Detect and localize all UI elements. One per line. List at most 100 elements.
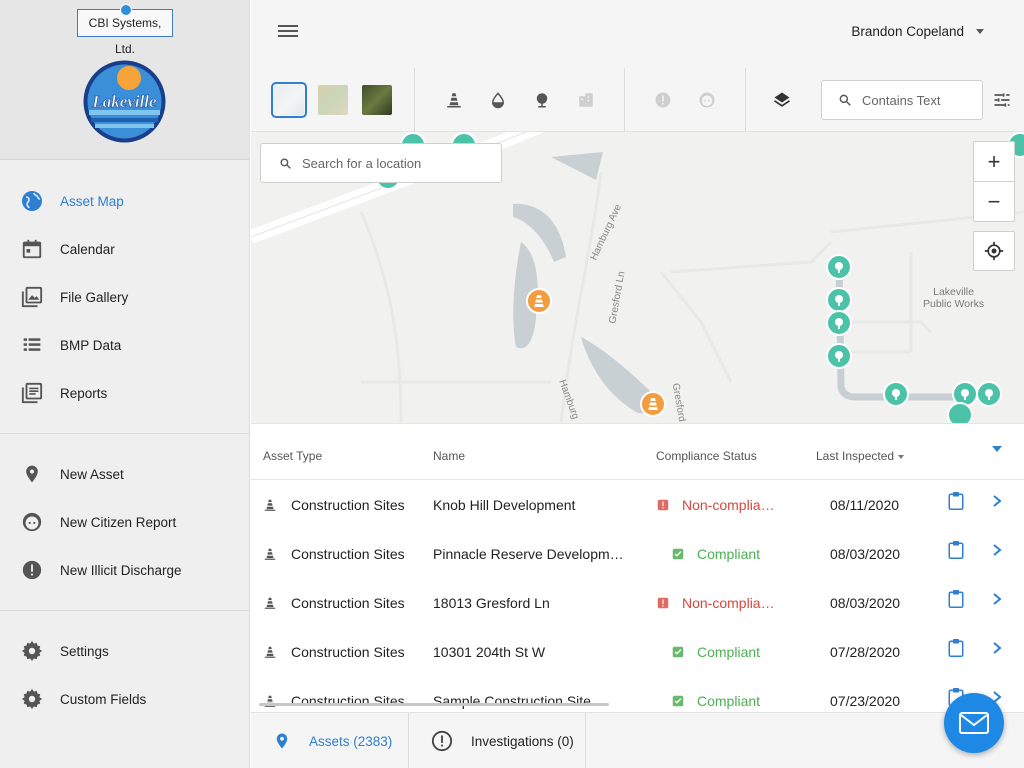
alert-icon: [20, 558, 44, 582]
message-fab-button[interactable]: [944, 693, 1004, 753]
water-filter-button[interactable]: [483, 85, 513, 115]
city-logo: Lakeville: [83, 60, 166, 143]
nav-settings-item[interactable]: Settings: [0, 627, 249, 675]
citizen-filter-button[interactable]: [692, 85, 722, 115]
cell-asset-type: Construction Sites: [291, 545, 405, 562]
nav-settings: Settings Custom Fields: [0, 627, 249, 727]
nav-calendar[interactable]: Calendar: [0, 225, 249, 273]
location-search-input[interactable]: [302, 155, 492, 171]
table-row[interactable]: Construction Sites Knob Hill Development N…: [251, 480, 1024, 529]
toolbar-divider: [624, 68, 625, 132]
face-icon: [20, 510, 44, 534]
inspection-clipboard-icon[interactable]: [947, 623, 965, 672]
zoom-in-button[interactable]: +: [974, 142, 1014, 182]
nav-custom-fields-label: Custom Fields: [60, 691, 147, 707]
bottom-tabs: Assets (2383) Investigations (0): [251, 712, 1024, 768]
asset-type-icon-cell: [263, 676, 277, 712]
asset-map[interactable]: Hamburg Ave Gresford Ln Hamburg Gresford…: [251, 132, 1024, 423]
table-row[interactable]: Construction Sites 10301 204th St W Compli…: [251, 627, 1024, 676]
chevron-down-icon: [976, 29, 984, 34]
cell-asset-type: Construction Sites: [291, 496, 405, 513]
map-toolbar: [251, 68, 1024, 132]
construction-marker[interactable]: [640, 391, 666, 417]
asset-type-icon-cell: [263, 627, 277, 676]
face-icon: [699, 92, 715, 108]
table-row[interactable]: Construction Sites Sample Construction Si…: [251, 676, 1024, 712]
nav-primary: Asset Map Calendar File Gallery BMP Data: [0, 177, 249, 434]
bmp-marker[interactable]: [947, 402, 973, 423]
inspection-clipboard-icon[interactable]: [947, 574, 965, 623]
nav-new-illicit-discharge[interactable]: New Illicit Discharge: [0, 546, 249, 594]
compliant-check-icon: [671, 547, 685, 561]
text-search-box[interactable]: [821, 80, 983, 120]
row-chevron-right-icon[interactable]: [991, 476, 1003, 525]
cell-compliance-status: Compliant: [671, 676, 811, 712]
filter-settings-button[interactable]: [987, 85, 1017, 115]
pin-icon: [20, 462, 44, 486]
bmp-marker[interactable]: [826, 254, 852, 280]
zoom-out-button[interactable]: −: [974, 182, 1014, 222]
layers-button[interactable]: [767, 85, 797, 115]
tab-investigations[interactable]: Investigations (0): [409, 713, 586, 768]
nav-custom-fields[interactable]: Custom Fields: [0, 675, 249, 723]
column-header-last-inspected[interactable]: Last Inspected: [816, 449, 905, 463]
my-location-button[interactable]: [973, 231, 1015, 271]
globe-icon: [20, 189, 44, 213]
text-search-input[interactable]: [862, 92, 972, 108]
tab-assets[interactable]: Assets (2383): [251, 713, 409, 768]
row-chevron-right-icon[interactable]: [991, 623, 1003, 672]
nav-create: New Asset New Citizen Report New Illicit…: [0, 450, 249, 611]
assets-table: Asset Type Name Compliance Status Last I…: [251, 423, 1024, 712]
list-icon: [20, 333, 44, 357]
cell-last-inspected: 07/23/2020: [830, 692, 901, 709]
row-chevron-right-icon[interactable]: [991, 525, 1003, 574]
compliant-check-icon: [671, 645, 685, 659]
nav-bmp-data[interactable]: BMP Data: [0, 321, 249, 369]
basemap-street-button[interactable]: [271, 82, 307, 118]
nav-file-gallery[interactable]: File Gallery: [0, 273, 249, 321]
column-menu-chevron-icon[interactable]: [992, 446, 1002, 452]
crosshair-icon: [984, 241, 1004, 261]
column-header-asset-type[interactable]: Asset Type: [263, 449, 322, 463]
horizontal-scrollbar[interactable]: [259, 703, 609, 706]
column-header-compliance-status[interactable]: Compliance Status: [656, 449, 757, 463]
alert-icon: [655, 92, 671, 108]
cell-last-inspected: 08/03/2020: [830, 545, 901, 562]
inspection-clipboard-icon[interactable]: [947, 525, 965, 574]
asset-type-icon-cell: [263, 480, 277, 529]
building-filter-button[interactable]: [571, 85, 601, 115]
non-compliant-icon: [656, 498, 670, 512]
nav-asset-map-label: Asset Map: [60, 193, 124, 209]
bmp-marker[interactable]: [826, 310, 852, 336]
bmp-marker[interactable]: [976, 381, 1002, 407]
basemap-satellite-button[interactable]: [362, 85, 392, 115]
sliders-icon: [994, 93, 1010, 107]
row-chevron-right-icon[interactable]: [991, 574, 1003, 623]
nav-reports[interactable]: Reports: [0, 369, 249, 417]
nav-new-citizen-report[interactable]: New Citizen Report: [0, 498, 249, 546]
construction-marker[interactable]: [526, 288, 552, 314]
status-text: Non-complia…: [682, 594, 775, 611]
user-menu[interactable]: Brandon Copeland: [851, 24, 984, 39]
table-row[interactable]: Construction Sites 18013 Gresford Ln Non-c…: [251, 578, 1024, 627]
non-compliant-icon: [656, 596, 670, 610]
nav-asset-map[interactable]: Asset Map: [0, 177, 249, 225]
hamburger-menu-icon[interactable]: [278, 22, 298, 42]
inspection-clipboard-icon[interactable]: [947, 476, 965, 525]
bmp-marker[interactable]: [883, 381, 909, 407]
column-header-name[interactable]: Name: [433, 449, 465, 463]
nav-new-asset[interactable]: New Asset: [0, 450, 249, 498]
nav-settings-label: Settings: [60, 643, 109, 659]
outfall-filter-button[interactable]: [527, 85, 557, 115]
bmp-marker[interactable]: [826, 343, 852, 369]
construction-cone-filter-button[interactable]: [439, 85, 469, 115]
basemap-terrain-button[interactable]: [318, 85, 348, 115]
user-name: Brandon Copeland: [851, 24, 964, 39]
table-row[interactable]: Construction Sites Pinnacle Reserve Devel…: [251, 529, 1024, 578]
illicit-filter-button[interactable]: [648, 85, 678, 115]
pin-icon: [273, 730, 291, 752]
location-search-box[interactable]: [260, 143, 502, 183]
brand-area: CBI Systems, Ltd. Lakeville: [0, 0, 249, 160]
status-text: Non-complia…: [682, 496, 775, 513]
tab-assets-label: Assets (2383): [309, 733, 393, 749]
